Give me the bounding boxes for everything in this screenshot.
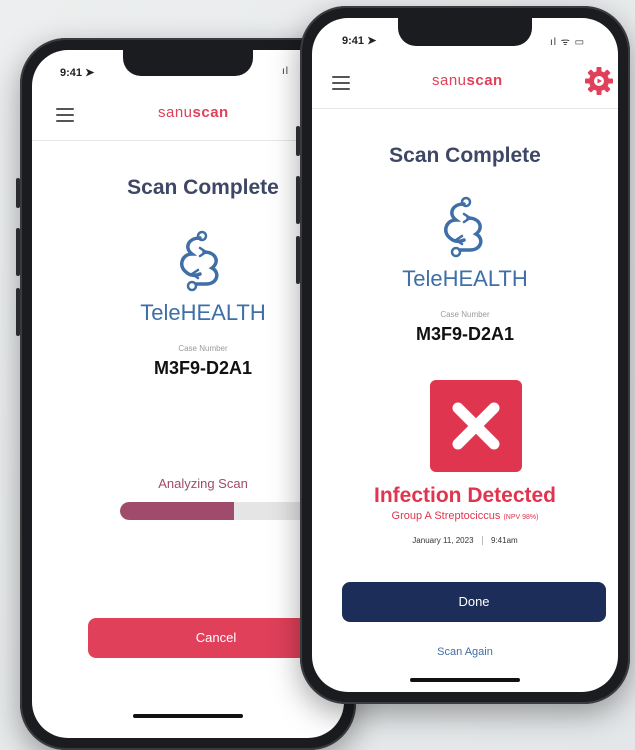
page-title: Scan Complete [389,144,541,167]
app-logo: sanuscan [432,72,503,89]
logo-suffix: scan [192,104,229,121]
side-button [16,228,20,276]
side-button [296,126,300,156]
cancel-label: Cancel [195,630,237,645]
result-detail: Group A Streptociccus (NPV 98%) [312,510,618,522]
progress-fill [120,502,234,520]
progress-bar [120,502,320,520]
result-organism: Group A Streptociccus [391,510,501,522]
home-indicator [133,714,243,718]
side-button [16,178,20,208]
logo-suffix: scan [466,72,503,89]
case-number: M3F9-D2A1 [415,324,515,344]
home-indicator [410,678,520,682]
menu-icon[interactable] [56,108,74,126]
x-mark-icon [452,402,500,450]
logo-prefix: sanu [432,72,467,89]
notch [398,18,532,46]
done-button[interactable]: Done [342,582,606,622]
side-button [296,176,300,224]
result-datetime: January 11, 2023 9:41am [312,536,618,546]
header-divider [312,108,618,109]
screen-front: 9:41 ➤ ıl ᯤ ▭ sanuscan Scan Complete Tel… [312,18,618,692]
status-time: 9:41 ➤ [342,35,377,47]
status-icons: ıl ᯤ ▭ [550,37,586,48]
result-npv: (NPV 98%) [503,514,539,521]
case-number: M3F9-D2A1 [153,358,253,378]
menu-icon[interactable] [332,76,350,94]
result-date: January 11, 2023 [412,536,474,545]
status-time: 9:41 ➤ [60,67,95,79]
phone-front: 9:41 ➤ ıl ᯤ ▭ sanuscan Scan Complete Tel… [296,6,630,704]
result-x-tile [430,380,522,472]
scan-again-link[interactable]: Scan Again [312,646,618,658]
settings-gear-icon[interactable] [584,66,614,96]
status-icons: ıl [282,66,289,77]
case-number-label: Case Number [178,344,228,353]
logo-prefix: sanu [158,104,193,121]
telehealth-logo-icon [444,196,483,258]
case-number-label: Case Number [440,310,490,319]
result-time: 9:41am [491,536,518,545]
side-button [296,236,300,284]
analyzing-label: Analyzing Scan [158,476,248,491]
done-label: Done [458,594,490,609]
side-button [16,288,20,336]
notch [123,50,253,76]
brand-name: TeleHEALTH [140,300,266,325]
telehealth-logo-icon [180,230,219,292]
result-title: Infection Detected [373,484,557,507]
app-logo: sanuscan [158,104,229,121]
brand-name: TeleHEALTH [402,266,528,291]
